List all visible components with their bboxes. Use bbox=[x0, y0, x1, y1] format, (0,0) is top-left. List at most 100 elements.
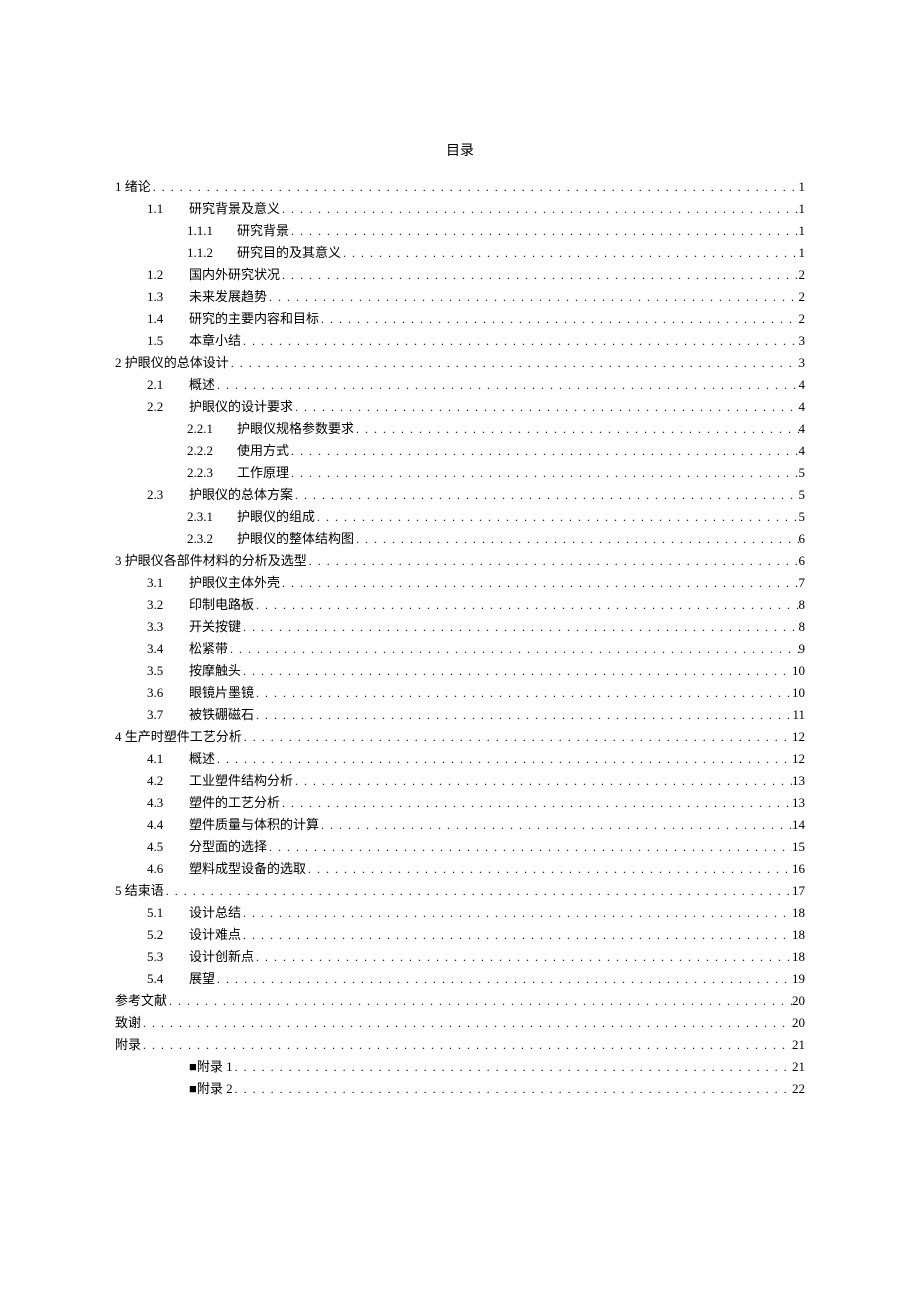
toc-entry: 4.3塑件的工艺分析13 bbox=[115, 792, 805, 814]
toc-entry-number: 3.6 bbox=[147, 682, 189, 704]
toc-entry-number: 2.2.3 bbox=[187, 462, 237, 484]
toc-entry-label: 护眼仪的整体结构图 bbox=[237, 528, 354, 550]
toc-entry-page: 10 bbox=[792, 682, 805, 704]
toc-entry-page: 2 bbox=[799, 286, 806, 308]
toc-leader-dots bbox=[241, 616, 798, 638]
toc-entry-page: 8 bbox=[799, 594, 806, 616]
toc-entry-page: 3 bbox=[799, 330, 806, 352]
toc-leader-dots bbox=[267, 286, 798, 308]
toc-entry: 4 生产时塑件工艺分析12 bbox=[115, 726, 805, 748]
toc-entry-label: 塑件的工艺分析 bbox=[189, 792, 280, 814]
toc-leader-dots bbox=[254, 682, 792, 704]
toc-entry: 1.1.1研究背景1 bbox=[115, 220, 805, 242]
toc-entry-number: 4.4 bbox=[147, 814, 189, 836]
toc-entry-label: 护眼仪的总体方案 bbox=[189, 484, 293, 506]
toc-entry: 2.2.3工作原理5 bbox=[115, 462, 805, 484]
toc-entry-number: 1.1.2 bbox=[187, 242, 237, 264]
toc-entry-number: 2.2.2 bbox=[187, 440, 237, 462]
toc-leader-dots bbox=[167, 990, 792, 1012]
toc-entry: 1.5本章小结 3 bbox=[115, 330, 805, 352]
toc-leader-dots bbox=[164, 880, 792, 902]
toc-entry: 附录21 bbox=[115, 1034, 805, 1056]
toc-entry: 3.6眼镜片墨镜10 bbox=[115, 682, 805, 704]
toc-leader-dots bbox=[293, 770, 792, 792]
toc-entry-label: ■附录 2 bbox=[189, 1078, 233, 1100]
toc-entry-number: 1 bbox=[115, 176, 125, 198]
toc-entry-label: 本章小结 bbox=[189, 330, 241, 352]
toc-entry-number: 3 bbox=[115, 550, 125, 572]
toc-entry-page: 5 bbox=[799, 484, 806, 506]
toc-entry-number: 2.3.2 bbox=[187, 528, 237, 550]
toc-leader-dots bbox=[254, 946, 792, 968]
toc-entry-number: 1.2 bbox=[147, 264, 189, 286]
toc-entry-number: 5.1 bbox=[147, 902, 189, 924]
toc-leader-dots bbox=[241, 902, 792, 924]
toc-entry-number: 5.3 bbox=[147, 946, 189, 968]
toc-leader-dots bbox=[141, 1034, 792, 1056]
toc-entry: 4.1概述12 bbox=[115, 748, 805, 770]
toc-leader-dots bbox=[215, 968, 792, 990]
toc-entry-page: 11 bbox=[792, 704, 805, 726]
toc-entry-page: 20 bbox=[792, 1012, 805, 1034]
toc-entry-label: 研究目的及其意义 bbox=[237, 242, 341, 264]
toc-entry-number: 2.2.1 bbox=[187, 418, 237, 440]
toc-entry-number: 2.3.1 bbox=[187, 506, 237, 528]
toc-entry-label: 护眼仪的设计要求 bbox=[189, 396, 293, 418]
toc-entry-number: 1.5 bbox=[147, 330, 189, 352]
toc-leader-dots bbox=[293, 484, 798, 506]
toc-entry-page: 16 bbox=[792, 858, 805, 880]
toc-entry-label: 使用方式 bbox=[237, 440, 289, 462]
toc-entry: 3.5按摩触头10 bbox=[115, 660, 805, 682]
toc-leader-dots bbox=[315, 506, 798, 528]
toc-entry-page: 18 bbox=[792, 924, 805, 946]
toc-entry-page: 6 bbox=[799, 550, 806, 572]
toc-entry-page: 1 bbox=[799, 220, 806, 242]
toc-entry-label: 结束语 bbox=[125, 880, 164, 902]
toc-entry-label: 按摩触头 bbox=[189, 660, 241, 682]
toc-entry-page: 4 bbox=[799, 418, 806, 440]
toc-leader-dots bbox=[319, 308, 798, 330]
toc-entry-number: 4.5 bbox=[147, 836, 189, 858]
toc-title: 目录 bbox=[115, 140, 805, 160]
toc-entry-number: 1.1 bbox=[147, 198, 189, 220]
toc-leader-dots bbox=[254, 704, 792, 726]
toc-leader-dots bbox=[233, 1056, 792, 1078]
toc-entry-label: 研究背景及意义 bbox=[189, 198, 280, 220]
toc-entry-page: 2 bbox=[799, 264, 806, 286]
toc-entry-number: 4.2 bbox=[147, 770, 189, 792]
toc-leader-dots bbox=[141, 1012, 792, 1034]
toc-leader-dots bbox=[241, 330, 798, 352]
toc-entry-number: 2 bbox=[115, 352, 125, 374]
toc-entry-label: 概述 bbox=[189, 748, 215, 770]
toc-entry: 3.2印制电路板 8 bbox=[115, 594, 805, 616]
toc-leader-dots bbox=[319, 814, 792, 836]
toc-entry-number: 3.3 bbox=[147, 616, 189, 638]
toc-entry-label: 塑料成型设备的选取 bbox=[189, 858, 306, 880]
toc-entry-page: 13 bbox=[792, 770, 805, 792]
toc-entry: 4.4塑件质量与体积的计算14 bbox=[115, 814, 805, 836]
toc-entry: 2.3.2护眼仪的整体结构图 6 bbox=[115, 528, 805, 550]
toc-entry-page: 1 bbox=[799, 198, 806, 220]
toc-entry-label: 护眼仪主体外壳 bbox=[189, 572, 280, 594]
toc-entry-page: 4 bbox=[799, 396, 806, 418]
toc-leader-dots bbox=[267, 836, 792, 858]
toc-entry-label: 设计总结 bbox=[189, 902, 241, 924]
toc-entry: ■附录 222 bbox=[115, 1078, 805, 1100]
toc-entry-page: 6 bbox=[799, 528, 806, 550]
toc-entry-number: 2.2 bbox=[147, 396, 189, 418]
toc-leader-dots bbox=[307, 550, 799, 572]
toc-entry-number: 3.2 bbox=[147, 594, 189, 616]
toc-entry-label: 展望 bbox=[189, 968, 215, 990]
toc-leader-dots bbox=[151, 176, 799, 198]
toc-leader-dots bbox=[289, 440, 798, 462]
toc-entry: 5 结束语17 bbox=[115, 880, 805, 902]
toc-leader-dots bbox=[354, 418, 798, 440]
toc-entry-number: 1.4 bbox=[147, 308, 189, 330]
toc-entry-label: 松紧带 bbox=[189, 638, 228, 660]
toc-entry-label: 印制电路板 bbox=[189, 594, 254, 616]
toc-leader-dots bbox=[354, 528, 798, 550]
toc-entry: 2 护眼仪的总体设计3 bbox=[115, 352, 805, 374]
toc-leader-dots bbox=[289, 220, 798, 242]
toc-entry: 1.1研究背景及意义 1 bbox=[115, 198, 805, 220]
toc-leader-dots bbox=[289, 462, 798, 484]
